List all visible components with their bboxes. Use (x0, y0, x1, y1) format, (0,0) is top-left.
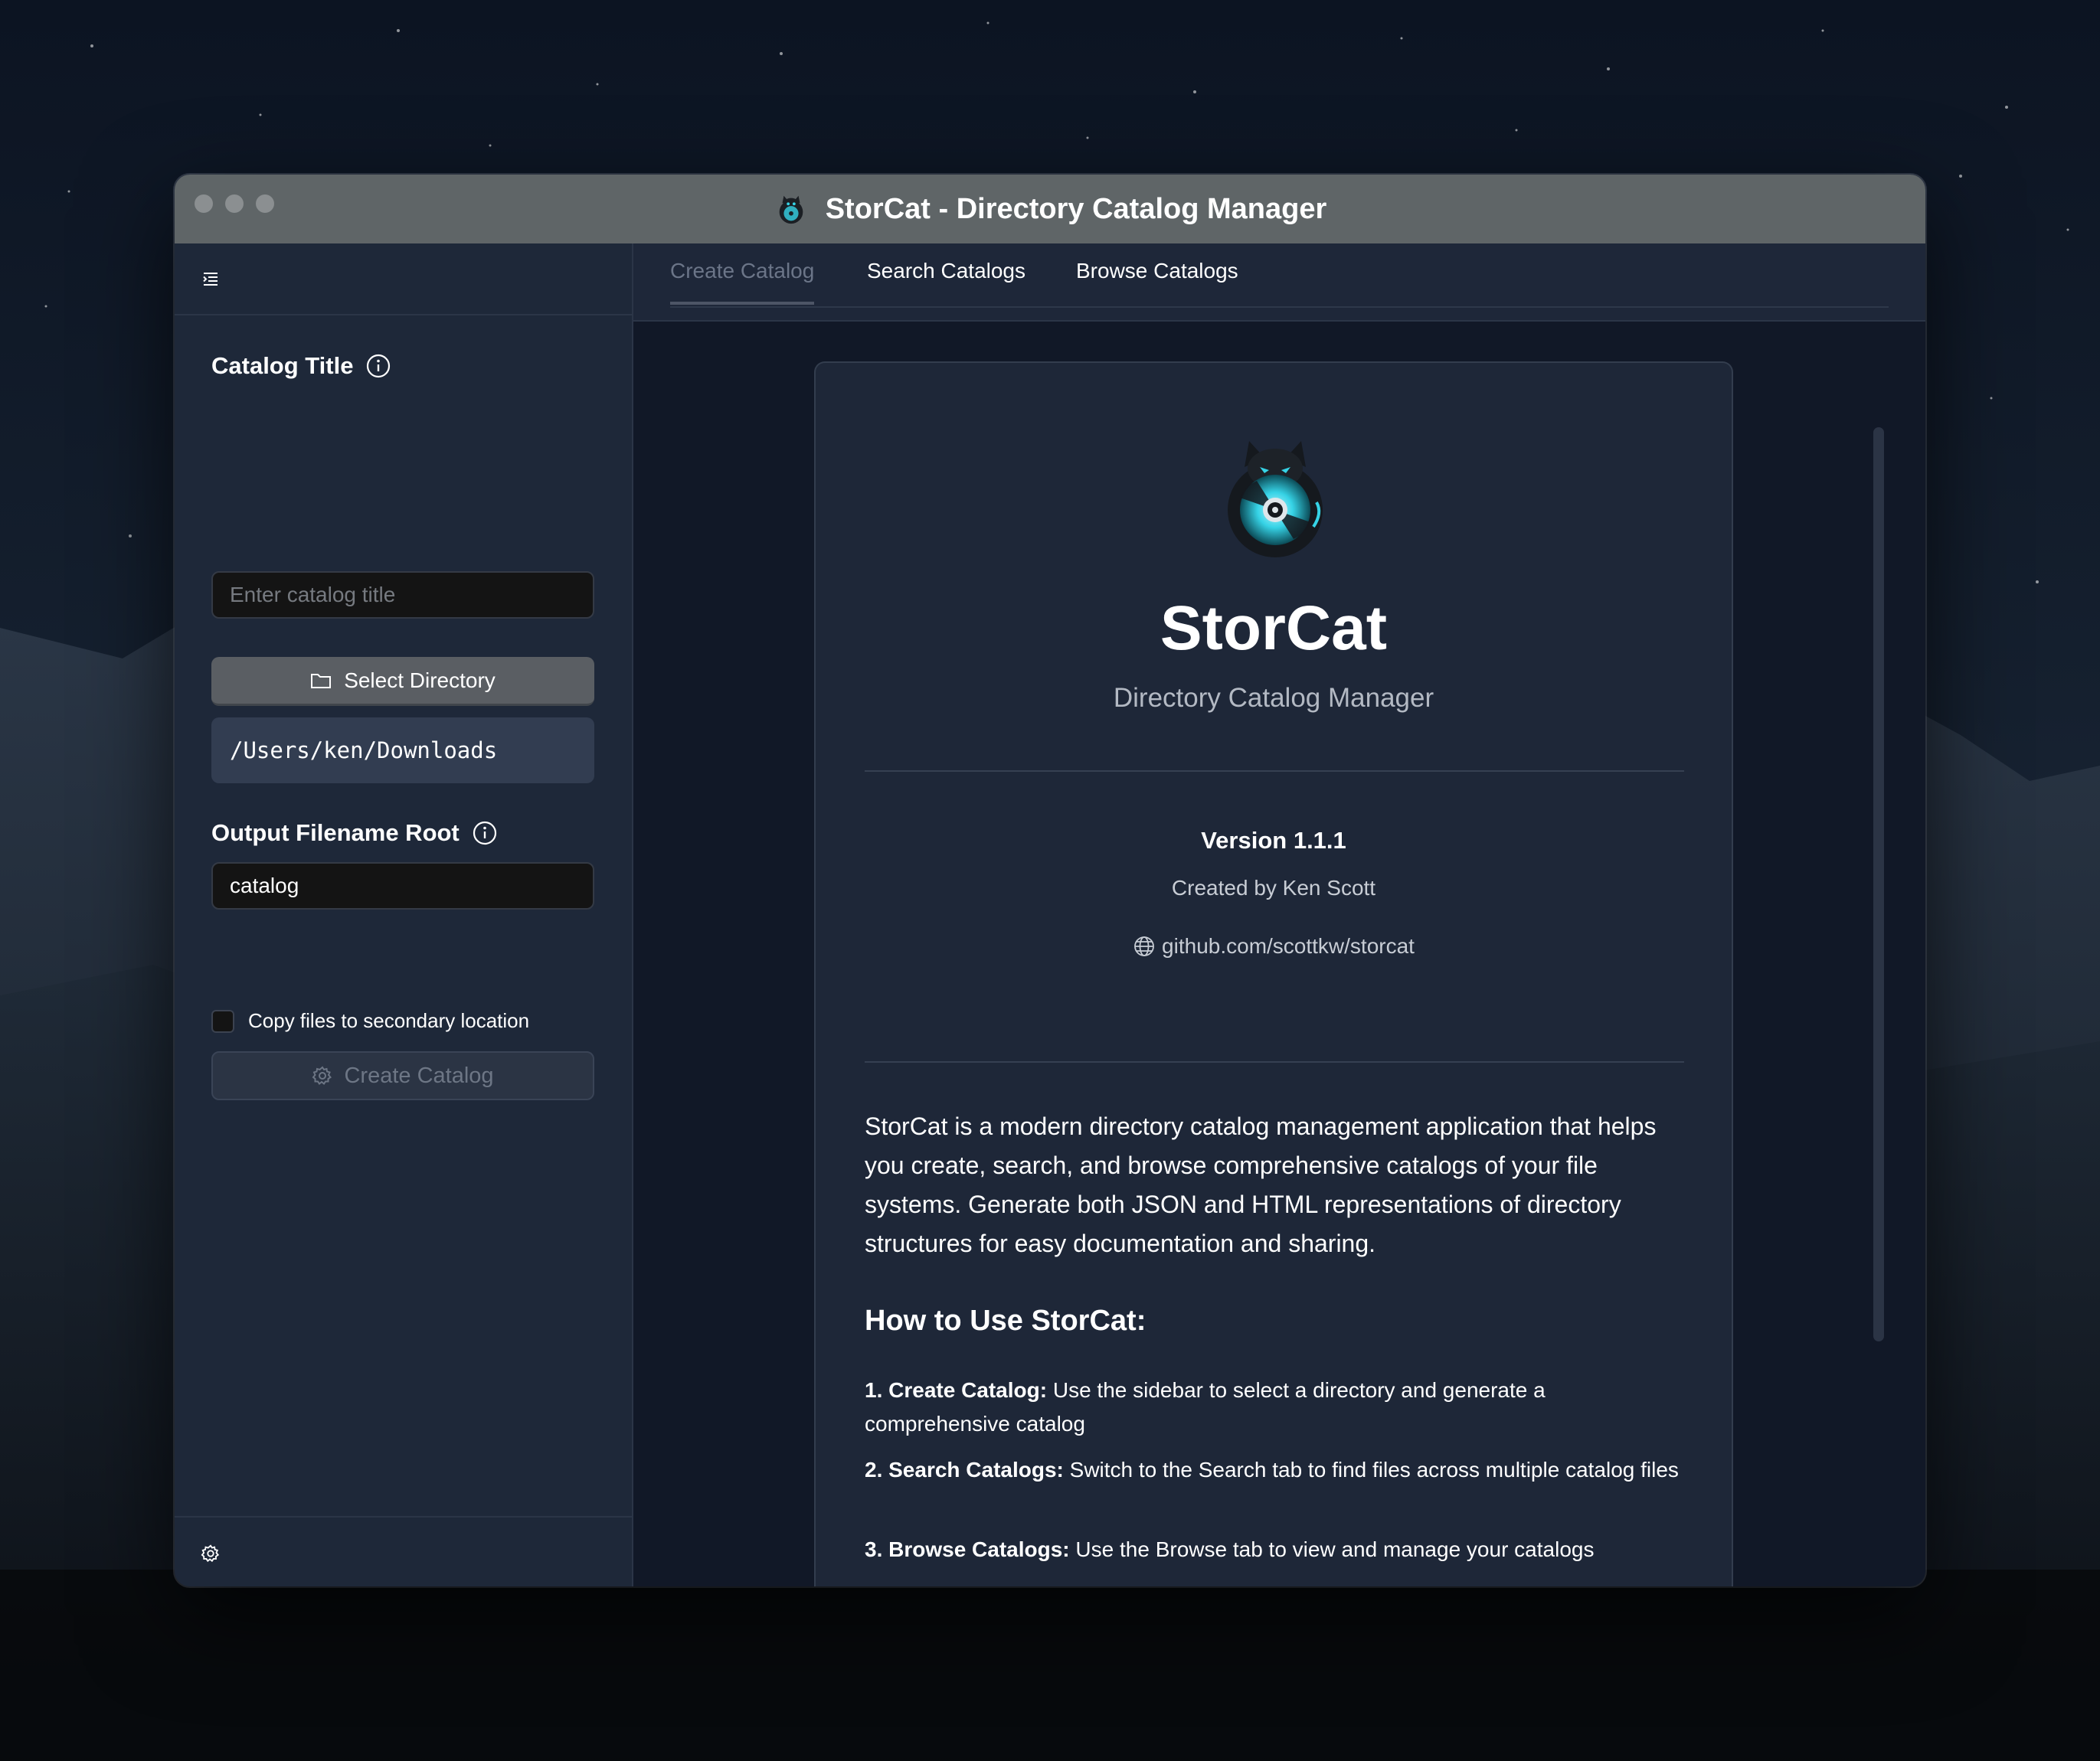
tab-create-catalog[interactable]: Create Catalog (670, 243, 815, 305)
title-bar[interactable]: StorCat - Directory Catalog Manager (175, 175, 1925, 243)
title-group: StorCat - Directory Catalog Manager (774, 191, 1327, 227)
tab-search-catalogs[interactable]: Search Catalogs (867, 243, 1025, 306)
github-link-text[interactable]: github.com/scottkw/storcat (1162, 934, 1415, 959)
folder-icon (311, 673, 332, 688)
divider (865, 770, 1684, 772)
author-text: Created by Ken Scott (1171, 876, 1376, 900)
select-directory-button[interactable]: Select Directory (211, 657, 594, 706)
output-root-input[interactable] (211, 862, 594, 910)
sidebar-header (175, 243, 632, 315)
catalog-title-input[interactable] (211, 571, 594, 619)
howto-step-title: 1. Create Catalog: (865, 1378, 1048, 1402)
list-indent-icon[interactable] (201, 270, 221, 289)
selected-directory-path: /Users/ken/Downloads (211, 717, 594, 783)
copy-files-label: Copy files to secondary location (248, 1009, 530, 1032)
settings-gear-icon[interactable] (201, 1544, 221, 1563)
storcat-logo-icon (779, 195, 803, 224)
howto-step: 2. Search Catalogs: Switch to the Search… (865, 1453, 1692, 1487)
sidebar-footer (175, 1516, 632, 1586)
app-description: StorCat is a modern directory catalog ma… (865, 1112, 1657, 1257)
divider (865, 1061, 1684, 1063)
zoom-window-button[interactable] (256, 194, 274, 213)
gear-icon (312, 1066, 332, 1085)
github-link[interactable]: github.com/scottkw/storcat (816, 934, 1732, 959)
howto-step-title: 2. Search Catalogs: (865, 1458, 1064, 1482)
tab-bar: Create Catalog Search Catalogs Browse Ca… (633, 243, 1925, 322)
minimize-window-button[interactable] (225, 194, 244, 213)
howto-step-text: Switch to the Search tab to find files a… (1063, 1458, 1679, 1482)
tab-browse-catalogs[interactable]: Browse Catalogs (1076, 243, 1238, 306)
app-window: StorCat - Directory Catalog Manager Cata… (175, 175, 1925, 1586)
main-panel: Create Catalog Search Catalogs Browse Ca… (633, 243, 1925, 1586)
catalog-title-label-text: Catalog Title (211, 352, 354, 379)
version-text: Version 1.1.1 (1201, 827, 1346, 854)
howto-step: 1. Create Catalog: Use the sidebar to se… (865, 1374, 1692, 1441)
globe-icon (1134, 936, 1154, 956)
info-icon[interactable] (365, 353, 391, 379)
tab-list: Create Catalog Search Catalogs Browse Ca… (670, 243, 1889, 308)
sidebar: Catalog Title Select Directory /Users/ke… (175, 243, 633, 1586)
window-controls (195, 194, 274, 213)
about-card: StorCat Directory Catalog Manager Versio… (814, 361, 1733, 1586)
info-icon[interactable] (472, 820, 498, 846)
catalog-title-label: Catalog Title (211, 352, 391, 380)
app-subtitle: Directory Catalog Manager (1113, 683, 1434, 713)
copy-files-checkbox[interactable] (211, 1009, 234, 1033)
window-title: StorCat - Directory Catalog Manager (825, 192, 1327, 225)
create-catalog-button[interactable]: Create Catalog (211, 1051, 594, 1100)
output-root-label-text: Output Filename Root (211, 819, 460, 846)
select-directory-label: Select Directory (344, 668, 496, 692)
content-scrollbar[interactable] (1873, 427, 1884, 1341)
howto-step-title: 3. Browse Catalogs: (865, 1537, 1070, 1561)
output-root-label: Output Filename Root (211, 819, 498, 847)
create-catalog-label: Create Catalog (344, 1063, 494, 1088)
storcat-logo-icon (1228, 441, 1323, 557)
howto-heading: How to Use StorCat: (865, 1305, 1146, 1337)
close-window-button[interactable] (195, 194, 213, 213)
howto-step-text: Use the Browse tab to view and manage yo… (1069, 1537, 1595, 1561)
howto-step: 3. Browse Catalogs: Use the Browse tab t… (865, 1533, 1692, 1567)
app-name: StorCat (1160, 593, 1388, 663)
copy-files-option[interactable]: Copy files to secondary location (211, 1009, 529, 1033)
